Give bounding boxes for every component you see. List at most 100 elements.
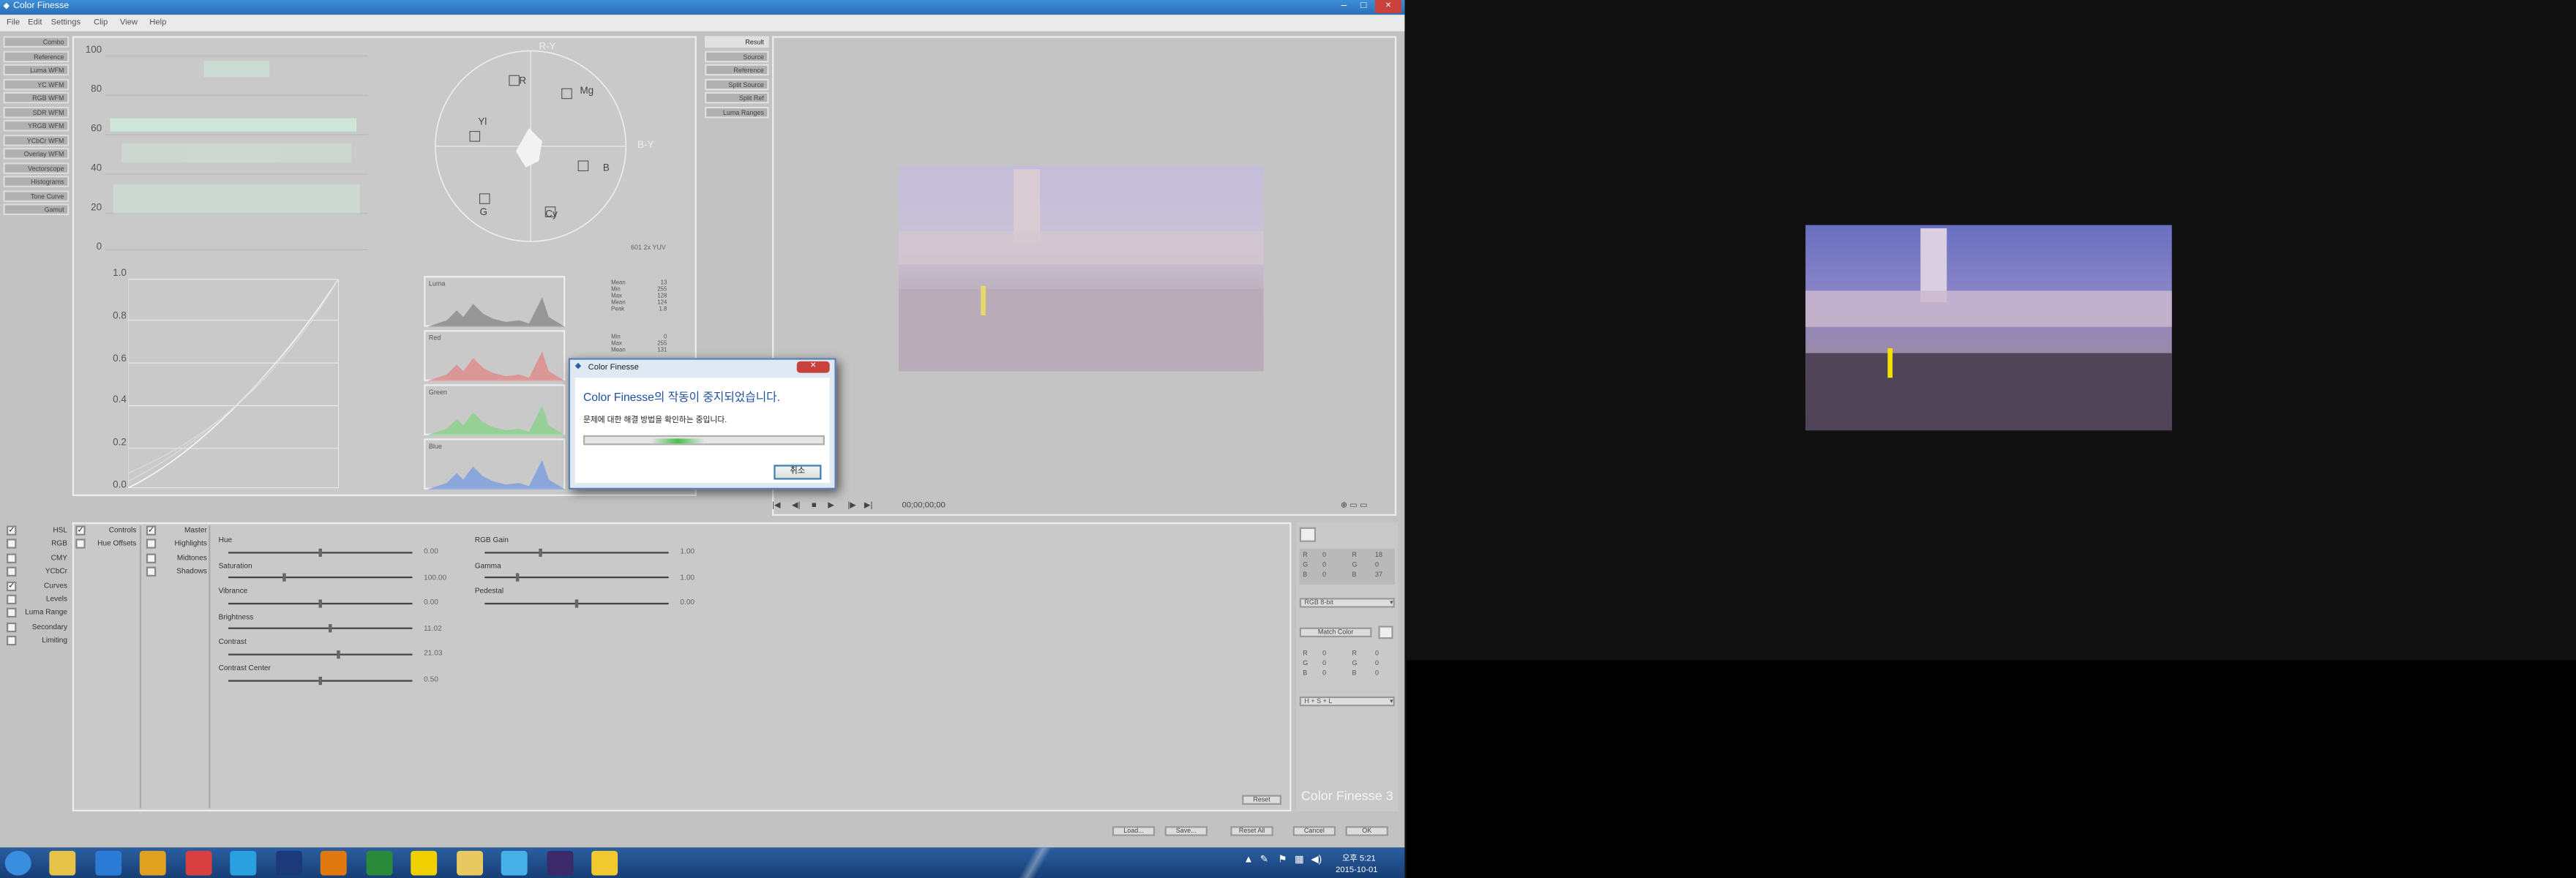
folder-icon[interactable]	[455, 850, 482, 876]
rgb-select[interactable]: RGB 8-bit ▾	[1299, 598, 1395, 608]
slider-handle[interactable]	[282, 573, 285, 582]
category-secondary[interactable]: Secondary	[20, 622, 67, 630]
view-mode-result[interactable]: Result	[705, 36, 769, 48]
menu-file[interactable]: File	[7, 18, 20, 28]
go-start-icon[interactable]: |◀	[772, 501, 781, 511]
view-mode-source[interactable]: Source	[705, 50, 769, 62]
slider-value[interactable]: 0.00	[424, 599, 438, 607]
hsl-select[interactable]: H + S + L ▾	[1299, 696, 1395, 707]
slider-track[interactable]	[228, 650, 413, 658]
category-levels[interactable]: Levels	[20, 595, 67, 603]
category-hsl[interactable]: HSL	[20, 525, 67, 533]
category-rgb[interactable]: RGB	[20, 539, 67, 547]
photoshop-icon[interactable]	[275, 850, 302, 876]
scope-nav-item[interactable]: YRGB WFM	[3, 119, 70, 132]
maximize-button[interactable]: □	[1354, 0, 1374, 13]
step-back-icon[interactable]: ◀|	[792, 501, 801, 511]
category-checkbox[interactable]	[6, 566, 17, 577]
ie-icon[interactable]	[94, 850, 121, 876]
range-checkbox[interactable]: ✓	[146, 525, 157, 536]
slider-track[interactable]	[484, 573, 669, 582]
notes-icon[interactable]	[591, 850, 618, 876]
minimize-button[interactable]: –	[1334, 0, 1354, 13]
eyedropper-icon[interactable]	[1299, 527, 1317, 542]
slider-value[interactable]: 0.00	[680, 599, 694, 607]
range-highlights[interactable]: Highlights	[160, 539, 206, 547]
scope-nav-item[interactable]: Luma WFM	[3, 64, 70, 76]
view-mode-split-source[interactable]: Split Source	[705, 78, 769, 90]
slider-value[interactable]: 0.50	[424, 675, 438, 683]
scope-nav-item[interactable]: Gamut	[3, 203, 70, 216]
scope-nav-item[interactable]: Reference	[3, 50, 70, 62]
slider-handle[interactable]	[337, 650, 341, 658]
slider-value[interactable]: 1.00	[680, 573, 694, 581]
clock-date[interactable]: 2015-10-01	[1336, 866, 1377, 875]
range-checkbox[interactable]	[146, 566, 157, 577]
view-mode-split-ref[interactable]: Split Ref	[705, 91, 769, 104]
category-checkbox[interactable]	[6, 636, 17, 646]
tray-volume-icon[interactable]: ◀)	[1311, 854, 1322, 866]
menu-edit[interactable]: Edit	[28, 18, 42, 28]
explorer-icon[interactable]	[49, 850, 76, 876]
slider-handle[interactable]	[318, 675, 323, 685]
slider-handle[interactable]	[318, 547, 323, 556]
subtab-hue-offsets[interactable]: Hue Offsets	[89, 539, 136, 547]
footer-button-cancel[interactable]: Cancel	[1292, 826, 1336, 836]
slider-value[interactable]: 21.03	[424, 650, 442, 658]
play-icon[interactable]: ▶	[828, 501, 834, 511]
tray-flag-icon[interactable]: ⚑	[1278, 854, 1287, 866]
slider-track[interactable]	[228, 624, 413, 633]
slider-track[interactable]	[228, 675, 413, 685]
category-checkbox[interactable]	[6, 594, 17, 605]
illustrator-icon[interactable]	[320, 850, 347, 876]
skype-icon[interactable]	[230, 850, 257, 876]
slider-handle[interactable]	[516, 573, 520, 582]
category-checkbox[interactable]: ✓	[6, 525, 17, 536]
slider-handle[interactable]	[538, 547, 542, 556]
slider-track[interactable]	[228, 599, 413, 607]
range-checkbox[interactable]	[146, 539, 157, 549]
slider-track[interactable]	[484, 599, 669, 607]
footer-button-load[interactable]: Load...	[1112, 826, 1156, 836]
menu-help[interactable]: Help	[149, 18, 166, 28]
slider-handle[interactable]	[328, 624, 332, 633]
scope-nav-item[interactable]: Vectorscope	[3, 162, 70, 173]
match-color-button[interactable]: Match Color	[1299, 627, 1372, 638]
slider-handle[interactable]	[574, 599, 579, 607]
start-orb-icon[interactable]	[4, 850, 31, 876]
subtab-checkbox[interactable]	[75, 539, 86, 549]
footer-button-resetall[interactable]: Reset All	[1230, 826, 1273, 836]
slider-track[interactable]	[228, 547, 413, 556]
close-button[interactable]: ×	[1374, 0, 1401, 13]
scope-nav-item[interactable]: YCbCr WFM	[3, 133, 70, 146]
scope-nav-item[interactable]: RGB WFM	[3, 91, 70, 104]
scope-nav-item[interactable]: Combo	[3, 36, 70, 48]
eyedropper-icon[interactable]	[1378, 626, 1393, 639]
menu-settings[interactable]: Settings	[51, 18, 81, 28]
scope-nav-item[interactable]: Overlay WFM	[3, 148, 70, 160]
range-master[interactable]: Master	[160, 525, 207, 533]
category-checkbox[interactable]	[6, 608, 17, 618]
range-checkbox[interactable]	[146, 553, 157, 563]
category-curves[interactable]: Curves	[20, 581, 67, 589]
go-end-icon[interactable]: ▶|	[864, 501, 873, 511]
menu-clip[interactable]: Clip	[94, 18, 108, 28]
chrome-icon[interactable]	[139, 850, 166, 876]
scope-nav-item[interactable]: Tone Curve	[3, 190, 70, 201]
subtab-checkbox[interactable]: ✓	[75, 525, 86, 536]
tray-network-icon[interactable]: ▦	[1295, 854, 1304, 866]
tray-expand-icon[interactable]: ▲	[1243, 856, 1253, 866]
view-mode-reference[interactable]: Reference	[705, 64, 769, 76]
category-luma-range[interactable]: Luma Range	[20, 608, 67, 616]
scope-nav-item[interactable]: SDR WFM	[3, 105, 70, 118]
slider-value[interactable]: 100.00	[424, 573, 446, 581]
title-bar[interactable]: ◆ Color Finesse – □ ×	[0, 0, 1405, 15]
scope-nav-item[interactable]: Histograms	[3, 176, 70, 187]
category-checkbox[interactable]	[6, 553, 17, 563]
tray-pen-icon[interactable]: ✎	[1260, 854, 1268, 866]
view-mode-luma-ranges[interactable]: Luma Ranges	[705, 105, 769, 118]
scope-nav-item[interactable]: YC WFM	[3, 78, 70, 90]
dialog-cancel-button[interactable]: 취소	[774, 465, 822, 480]
slider-track[interactable]	[228, 573, 413, 582]
slider-value[interactable]: 0.00	[424, 547, 438, 555]
